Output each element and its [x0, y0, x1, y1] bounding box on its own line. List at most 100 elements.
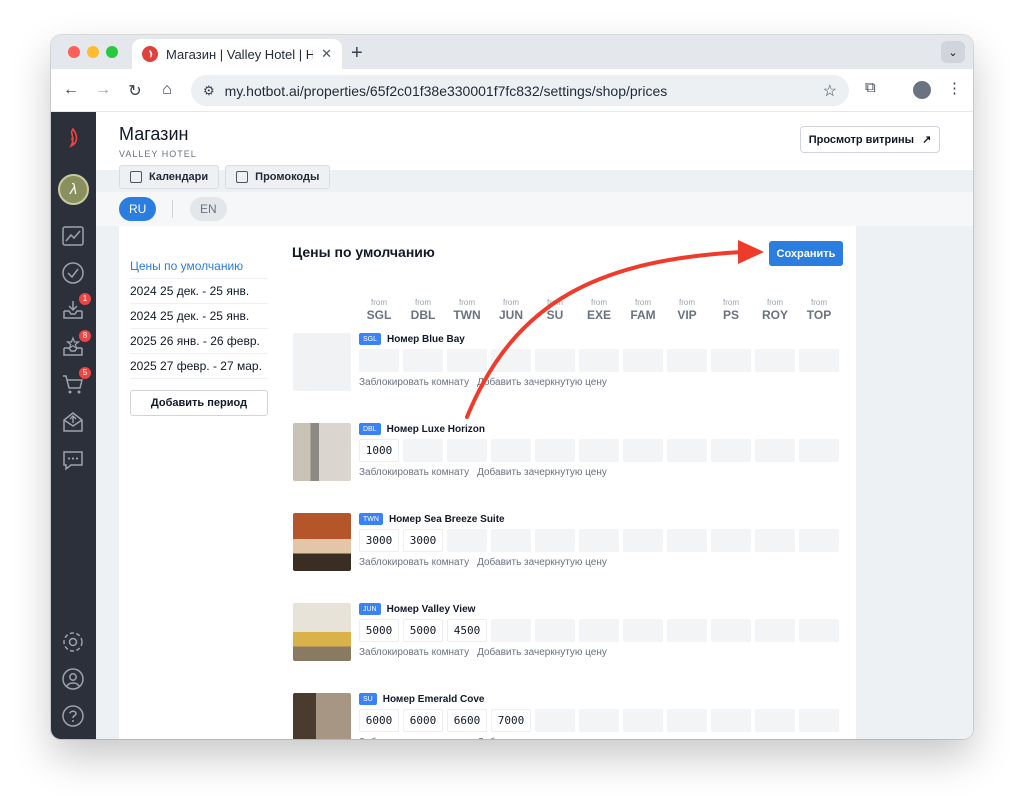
shop-cart-icon[interactable]: 5	[61, 367, 91, 396]
period-item[interactable]: 2024 25 дек. - 25 янв.	[130, 304, 268, 329]
price-input[interactable]	[359, 349, 399, 372]
price-input[interactable]	[755, 709, 795, 732]
close-tab-icon[interactable]: ✕	[321, 46, 332, 62]
price-input[interactable]: 3000	[359, 529, 399, 552]
price-input[interactable]	[755, 439, 795, 462]
profile-avatar[interactable]	[913, 81, 931, 99]
address-bar[interactable]: ⚙ my.hotbot.ai/properties/65f2c01f38e330…	[191, 75, 849, 106]
save-button[interactable]: Сохранить	[769, 241, 843, 266]
block-room-link[interactable]: Заблокировать комнату	[359, 737, 469, 739]
help-question-icon[interactable]	[61, 704, 85, 728]
price-input[interactable]	[799, 619, 839, 642]
price-input[interactable]: 3000	[403, 529, 443, 552]
price-input[interactable]	[579, 709, 619, 732]
price-input[interactable]	[711, 439, 751, 462]
price-input[interactable]	[579, 439, 619, 462]
price-input[interactable]	[667, 619, 707, 642]
reload-icon[interactable]: ↻	[125, 81, 145, 101]
price-input[interactable]	[623, 349, 663, 372]
zoom-window-button[interactable]	[106, 46, 118, 58]
language-en-button[interactable]: EN	[190, 197, 227, 221]
price-input[interactable]	[667, 349, 707, 372]
analytics-chart-icon[interactable]	[61, 224, 85, 248]
price-input[interactable]	[755, 349, 795, 372]
block-room-link[interactable]: Заблокировать комнату	[359, 377, 469, 388]
block-room-link[interactable]: Заблокировать комнату	[359, 647, 469, 658]
price-input[interactable]: 4500	[447, 619, 487, 642]
price-input[interactable]	[667, 709, 707, 732]
price-input[interactable]	[491, 619, 531, 642]
block-room-link[interactable]: Заблокировать комнату	[359, 467, 469, 478]
language-ru-button[interactable]: RU	[119, 197, 157, 221]
price-input[interactable]	[623, 439, 663, 462]
home-icon[interactable]: ⌂	[157, 81, 177, 99]
price-input[interactable]	[799, 709, 839, 732]
price-input[interactable]	[711, 619, 751, 642]
price-input[interactable]	[535, 529, 575, 552]
period-item[interactable]: 2025 26 янв. - 26 февр.	[130, 329, 268, 354]
price-input[interactable]: 6000	[359, 709, 399, 732]
tab-calendars[interactable]: Календари	[119, 165, 220, 189]
price-input[interactable]	[711, 349, 751, 372]
price-input[interactable]	[535, 619, 575, 642]
minimize-window-button[interactable]	[87, 46, 99, 58]
add-strikethrough-price-link[interactable]: Добавить зачеркнутую цену	[477, 467, 607, 478]
price-input[interactable]	[711, 529, 751, 552]
price-input[interactable]	[799, 349, 839, 372]
price-input[interactable]: 6000	[403, 709, 443, 732]
chat-bubble-icon[interactable]	[61, 448, 85, 472]
price-input[interactable]	[535, 349, 575, 372]
price-input[interactable]	[755, 619, 795, 642]
price-input[interactable]	[623, 529, 663, 552]
price-input[interactable]: 5000	[403, 619, 443, 642]
block-room-link[interactable]: Заблокировать комнату	[359, 557, 469, 568]
price-input[interactable]	[447, 349, 487, 372]
price-input[interactable]	[535, 709, 575, 732]
add-strikethrough-price-link[interactable]: Добавить зачеркнутую цену	[477, 377, 607, 388]
price-input[interactable]	[447, 529, 487, 552]
price-input[interactable]	[491, 349, 531, 372]
browser-menu-icon[interactable]: ⋮	[947, 79, 962, 97]
add-strikethrough-price-link[interactable]: Добавить зачеркнутую цену	[477, 557, 607, 568]
price-input[interactable]	[711, 709, 751, 732]
tab-search-chevron-icon[interactable]: ⌄	[941, 41, 965, 63]
tab-promocodes[interactable]: Промокоды	[225, 165, 331, 189]
price-input[interactable]	[403, 349, 443, 372]
price-input[interactable]	[447, 439, 487, 462]
site-settings-icon[interactable]: ⚙	[203, 83, 215, 99]
tasks-check-icon[interactable]	[61, 261, 85, 285]
price-input[interactable]	[799, 529, 839, 552]
back-arrow-icon[interactable]: ←	[61, 81, 81, 99]
price-input[interactable]: 7000	[491, 709, 531, 732]
price-input[interactable]	[623, 619, 663, 642]
price-input[interactable]	[579, 619, 619, 642]
price-input[interactable]	[491, 439, 531, 462]
forward-arrow-icon[interactable]: →	[93, 81, 113, 99]
price-input[interactable]	[667, 439, 707, 462]
view-storefront-button[interactable]: Просмотр витрины ↗	[800, 126, 940, 153]
price-input[interactable]	[579, 349, 619, 372]
close-window-button[interactable]	[68, 46, 80, 58]
price-input[interactable]: 6600	[447, 709, 487, 732]
settings-gear-icon[interactable]	[61, 630, 85, 654]
price-input[interactable]	[799, 439, 839, 462]
price-input[interactable]	[491, 529, 531, 552]
add-strikethrough-price-link[interactable]: Добавить зачеркнутую цену	[477, 737, 607, 739]
reviews-star-icon[interactable]: 8	[61, 330, 91, 359]
period-item-default[interactable]: Цены по умолчанию	[130, 254, 268, 279]
add-period-button[interactable]: Добавить период	[130, 390, 268, 416]
user-profile-icon[interactable]	[61, 667, 85, 691]
new-tab-button[interactable]: +	[351, 42, 363, 65]
period-item[interactable]: 2024 25 дек. - 25 янв.	[130, 279, 268, 304]
mail-send-icon[interactable]	[61, 410, 85, 434]
inbox-download-icon[interactable]: 1	[61, 293, 91, 322]
bookmark-star-icon[interactable]: ☆	[823, 81, 837, 101]
period-item[interactable]: 2025 27 февр. - 27 мар.	[130, 354, 268, 379]
browser-tab[interactable]: Магазин | Valley Hotel | Hotbot ✕	[132, 39, 342, 69]
price-input[interactable]	[579, 529, 619, 552]
hotbot-logo-icon[interactable]	[61, 126, 85, 150]
price-input[interactable]: 5000	[359, 619, 399, 642]
price-input[interactable]	[667, 529, 707, 552]
price-input[interactable]	[623, 709, 663, 732]
property-avatar[interactable]: λ	[58, 174, 89, 205]
